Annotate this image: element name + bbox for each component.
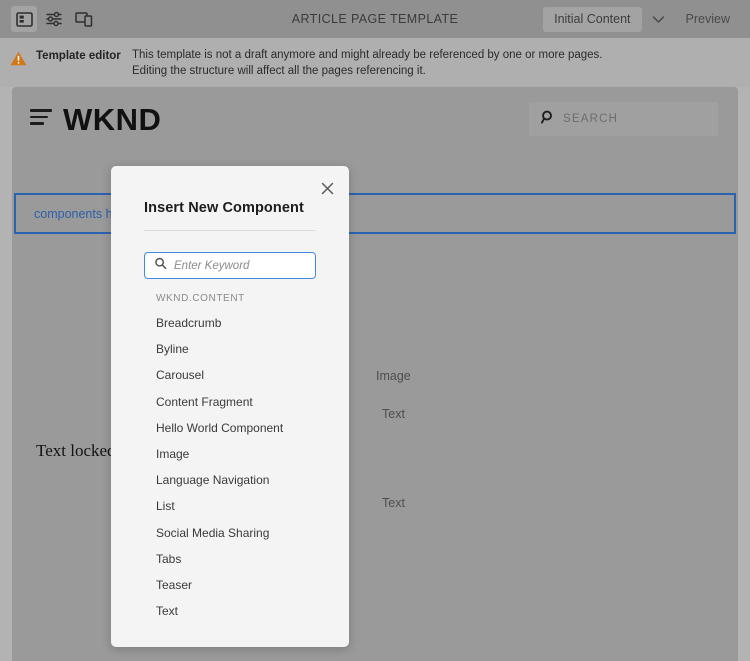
list-item[interactable]: Image bbox=[111, 441, 349, 467]
close-icon[interactable] bbox=[316, 177, 338, 199]
list-item[interactable]: Language Navigation bbox=[111, 467, 349, 493]
page-properties-icon[interactable] bbox=[41, 6, 67, 32]
editor-toolbar: ARTICLE PAGE TEMPLATE Initial Content Pr… bbox=[0, 0, 750, 38]
list-item[interactable]: Teaser bbox=[111, 572, 349, 598]
list-item[interactable]: Text bbox=[111, 598, 349, 624]
insert-component-dialog: Insert New Component WKND.CONTENT Breadc… bbox=[111, 166, 349, 647]
toolbar-right-group: Initial Content Preview bbox=[543, 0, 740, 38]
alert-message: This template is not a draft anymore and… bbox=[132, 49, 603, 77]
list-item[interactable]: List bbox=[111, 493, 349, 519]
alert-title: Template editor bbox=[36, 50, 121, 62]
list-item[interactable]: Content Fragment bbox=[111, 389, 349, 415]
list-item[interactable]: Carousel bbox=[111, 362, 349, 388]
component-group-label: WKND.CONTENT bbox=[156, 293, 245, 304]
locked-text-placeholder: Text locked bbox=[36, 441, 116, 460]
keyword-search-input[interactable] bbox=[174, 259, 304, 272]
keyword-search-field[interactable] bbox=[144, 252, 316, 279]
site-search-label: SEARCH bbox=[563, 113, 619, 125]
list-item[interactable]: Tabs bbox=[111, 546, 349, 572]
side-panel-icon[interactable] bbox=[11, 6, 37, 32]
dialog-title: Insert New Component bbox=[144, 200, 304, 216]
list-item[interactable]: Hello World Component bbox=[111, 415, 349, 441]
list-item[interactable]: Byline bbox=[111, 336, 349, 362]
dialog-divider bbox=[144, 230, 316, 231]
toolbar-icon-group bbox=[0, 6, 97, 32]
hamburger-menu-icon[interactable] bbox=[30, 109, 52, 129]
responsive-layout-icon[interactable] bbox=[71, 6, 97, 32]
placeholder-image[interactable]: Image bbox=[376, 369, 411, 383]
app-screen: ARTICLE PAGE TEMPLATE Initial Content Pr… bbox=[0, 0, 750, 661]
wknd-logo: WKND bbox=[63, 102, 162, 137]
placeholder-text-1[interactable]: Text bbox=[382, 407, 405, 421]
list-item[interactable]: Social Media Sharing bbox=[111, 520, 349, 546]
warning-icon bbox=[0, 48, 36, 66]
chevron-down-icon[interactable] bbox=[642, 4, 676, 34]
search-icon bbox=[540, 110, 555, 129]
list-item[interactable]: Breadcrumb bbox=[111, 310, 349, 336]
preview-button[interactable]: Preview bbox=[676, 6, 740, 32]
site-search-field[interactable]: SEARCH bbox=[529, 102, 718, 136]
placeholder-text-2[interactable]: Text bbox=[382, 496, 405, 510]
search-icon bbox=[154, 257, 167, 275]
component-list: Breadcrumb Byline Carousel Content Fragm… bbox=[111, 310, 349, 647]
template-editor-alert: Template editor This template is not a d… bbox=[0, 38, 750, 87]
mode-selector[interactable]: Initial Content bbox=[543, 6, 642, 32]
